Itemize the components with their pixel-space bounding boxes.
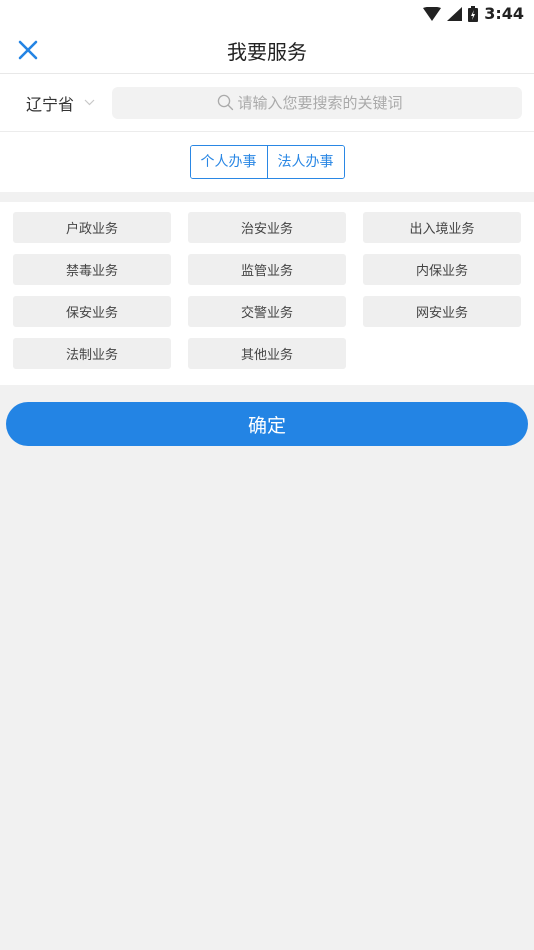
- signal-icon: [447, 6, 463, 21]
- service-chip-immigration[interactable]: 出入境业务: [363, 212, 521, 243]
- search-box[interactable]: [112, 86, 522, 119]
- confirm-button[interactable]: 确定: [6, 402, 528, 446]
- service-grid: 户政业务 治安业务 出入境业务 禁毒业务 监管业务 内保业务 保安业务 交警业务…: [0, 202, 534, 385]
- wifi-icon: [423, 6, 442, 21]
- service-chip-security-guard[interactable]: 保安业务: [13, 296, 171, 327]
- search-input[interactable]: [237, 93, 418, 112]
- province-label: 辽宁省: [26, 94, 75, 114]
- search-icon: [217, 94, 233, 111]
- service-chip-internal-security[interactable]: 内保业务: [363, 254, 521, 285]
- category-toggle: 个人办事 法人办事: [189, 145, 345, 179]
- chevron-down-icon: [84, 99, 95, 106]
- service-chip-other[interactable]: 其他业务: [188, 338, 346, 369]
- tab-personal[interactable]: 个人办事: [190, 146, 267, 178]
- close-icon: [18, 40, 38, 60]
- province-selector[interactable]: 辽宁省: [26, 91, 112, 115]
- page-title: 我要服务: [227, 40, 307, 64]
- status-bar: 3:44: [0, 0, 534, 28]
- service-chip-cyber[interactable]: 网安业务: [363, 296, 521, 327]
- search-row: 辽宁省: [0, 74, 534, 132]
- service-chip-public-security[interactable]: 治安业务: [188, 212, 346, 243]
- service-chip-legal[interactable]: 法制业务: [13, 338, 171, 369]
- status-time: 3:44: [484, 4, 524, 23]
- header-bar: 我要服务: [0, 28, 534, 74]
- battery-icon: [468, 5, 479, 22]
- service-chip-narcotics[interactable]: 禁毒业务: [13, 254, 171, 285]
- section-divider: [0, 192, 534, 202]
- status-icons: 3:44: [423, 4, 524, 23]
- confirm-area: 确定: [0, 385, 534, 446]
- service-chip-traffic[interactable]: 交警业务: [188, 296, 346, 327]
- service-chip-household[interactable]: 户政业务: [13, 212, 171, 243]
- close-button[interactable]: [14, 36, 42, 64]
- tab-corporate[interactable]: 法人办事: [266, 146, 344, 178]
- service-chip-supervision[interactable]: 监管业务: [188, 254, 346, 285]
- category-toggle-area: 个人办事 法人办事: [0, 132, 534, 192]
